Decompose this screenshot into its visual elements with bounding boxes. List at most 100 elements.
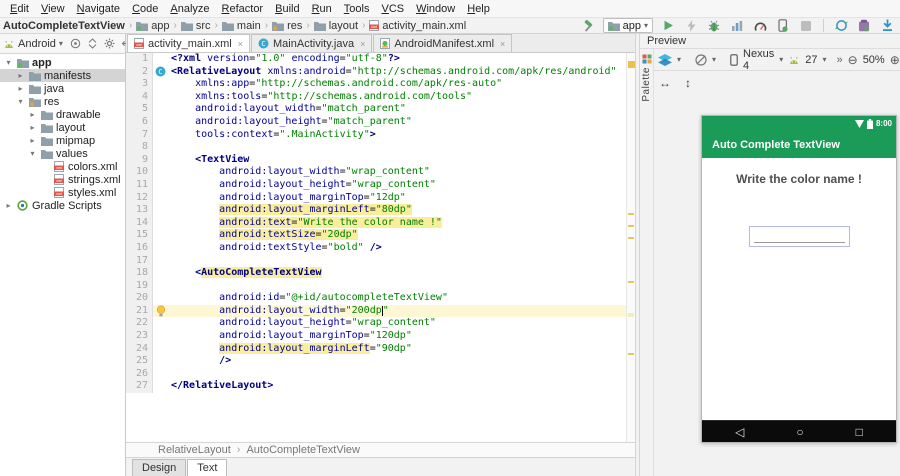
editor-tab-androidmanifest-xml[interactable]: AndroidManifest.xml× [373,34,512,52]
code-line-12[interactable]: 12 android:layout_marginTop="12dp" [126,192,635,205]
project-view-selector[interactable]: Android [18,38,56,50]
attach-device-button[interactable] [775,18,791,34]
tab-text[interactable]: Text [187,459,227,476]
tree-item-styles-xml[interactable]: xmlstyles.xml [0,186,125,199]
menu-edit[interactable]: Edit [4,2,35,16]
code-line-5[interactable]: 5 android:layout_width="match_parent" [126,103,635,116]
tree-item-drawable[interactable]: ▸drawable [0,108,125,121]
tree-item-app[interactable]: ▾app [0,56,125,69]
preview-canvas[interactable]: ↔ ↕ 8:00 Auto Complete TextView [654,71,900,476]
code-line-14[interactable]: 14 android:text="Write the color name !" [126,217,635,230]
tree-item-manifests[interactable]: ▸manifests [0,69,125,82]
sync-button[interactable] [833,18,849,34]
menu-window[interactable]: Window [410,2,461,16]
menu-code[interactable]: Code [126,2,164,16]
editor-tab-activity-main-xml[interactable]: xmlactivity_main.xml× [127,34,250,52]
breadcrumb-item[interactable]: AutoCompleteTextView [3,20,125,32]
menu-view[interactable]: View [35,2,71,16]
code-line-3[interactable]: 3 xmlns:app="http://schemas.android.com/… [126,78,635,91]
breadcrumb-item[interactable]: layout [314,20,358,32]
menu-help[interactable]: Help [461,2,496,16]
tree-item-colors-xml[interactable]: xmlcolors.xml [0,160,125,173]
menu-run[interactable]: Run [306,2,338,16]
stripe-mark[interactable] [628,281,634,283]
editor-scrollbar-stripe[interactable] [626,53,635,442]
xml-breadcrumb-item[interactable]: RelativeLayout [158,444,231,456]
tree-item-gradle-scripts[interactable]: ▸Gradle Scripts [0,199,125,212]
design-surface-icon[interactable] [658,52,672,68]
tab-design[interactable]: Design [132,459,186,476]
code-line-11[interactable]: 11 android:layout_height="wrap_content" [126,179,635,192]
chevron-down-icon[interactable]: ▾ [822,55,826,64]
close-icon[interactable]: × [238,39,243,49]
code-line-24[interactable]: 24 android:layout_marginLeft="90dp" [126,343,635,356]
code-line-7[interactable]: 7 tools:context=".MainActivity"> [126,129,635,142]
stripe-mark[interactable] [628,353,634,355]
breadcrumb-item[interactable]: res [272,20,302,32]
toolbar-overflow[interactable]: » [837,54,843,66]
code-line-8[interactable]: 8 [126,141,635,154]
sdk-manager-button[interactable] [856,18,872,34]
code-line-25[interactable]: 25 /> [126,355,635,368]
locate-icon[interactable] [69,37,82,50]
tree-item-mipmap[interactable]: ▸mipmap [0,134,125,147]
code-line-22[interactable]: 22 android:layout_height="wrap_content" [126,317,635,330]
code-line-4[interactable]: 4 xmlns:tools="http://schemas.android.co… [126,91,635,104]
code-line-2[interactable]: 2C<RelativeLayout xmlns:android="http://… [126,66,635,79]
breadcrumb-item[interactable]: app [136,20,169,32]
palette-side-tab[interactable]: Palette [640,49,654,476]
code-line-20[interactable]: 20 android:id="@+id/autocompleteTextView… [126,292,635,305]
debug-button[interactable] [706,18,722,34]
code-line-18[interactable]: 18 <AutoCompleteTextView [126,267,635,280]
stop-button[interactable] [798,18,814,34]
code-line-17[interactable]: 17 [126,255,635,268]
run-config-select[interactable]: app ▾ [603,18,653,33]
menu-build[interactable]: Build [269,2,305,16]
menu-analyze[interactable]: Analyze [164,2,215,16]
stripe-mark[interactable] [628,237,634,239]
orientation-icon[interactable] [695,52,707,68]
code-line-9[interactable]: 9 <TextView [126,154,635,167]
code-line-15[interactable]: 15 android:textSize="20dp" [126,229,635,242]
zoom-in-button[interactable]: ⊕ [890,53,900,67]
profiler-button[interactable] [729,18,745,34]
close-icon[interactable]: × [500,39,505,49]
resize-vertical-icon[interactable]: ↕ [685,76,691,90]
api-level-selector[interactable]: 27 [805,54,817,66]
code-line-23[interactable]: 23 android:layout_marginTop="120dp" [126,330,635,343]
tree-item-values[interactable]: ▾values [0,147,125,160]
code-line-10[interactable]: 10 android:layout_width="wrap_content" [126,166,635,179]
code-line-13[interactable]: 13 android:layout_marginLeft="80dp" [126,204,635,217]
breadcrumb-item[interactable]: main [222,20,261,32]
device-selector[interactable]: Nexus 4 [743,48,774,72]
code-line-27[interactable]: 27</RelativeLayout> [126,380,635,393]
menu-navigate[interactable]: Navigate [71,2,126,16]
code-line-19[interactable]: 19 [126,280,635,293]
code-line-1[interactable]: 1<?xml version="1.0" encoding="utf-8"?> [126,53,635,66]
code-line-6[interactable]: 6 android:layout_height="match_parent" [126,116,635,129]
phone-preview[interactable]: 8:00 Auto Complete TextView Write the co… [701,115,897,443]
code-editor[interactable]: 1<?xml version="1.0" encoding="utf-8"?>2… [126,53,635,442]
editor-tab-mainactivity-java[interactable]: CMainActivity.java× [251,34,372,52]
stripe-mark[interactable] [628,61,635,68]
resize-horizontal-icon[interactable]: ↔ [659,76,671,90]
xml-breadcrumb-item[interactable]: AutoCompleteTextView [246,444,360,456]
chevron-down-icon[interactable]: ▾ [59,39,63,48]
collapse-all-icon[interactable] [86,37,99,50]
code-line-16[interactable]: 16 android:textStyle="bold" /> [126,242,635,255]
menu-tools[interactable]: Tools [338,2,376,16]
menu-vcs[interactable]: VCS [375,2,410,16]
breadcrumb-item[interactable]: xmlactivity_main.xml [369,20,466,32]
menu-refactor[interactable]: Refactor [216,2,270,16]
autocomplete-textview-preview[interactable] [749,226,850,247]
build-hammer-button[interactable] [580,18,596,34]
gear-icon[interactable] [103,37,116,50]
tree-item-layout[interactable]: ▸layout [0,121,125,134]
chevron-down-icon[interactable]: ▾ [779,55,783,64]
stripe-current-line-mark[interactable] [628,313,634,317]
breadcrumb-item[interactable]: src [181,20,211,32]
stripe-mark[interactable] [628,213,634,215]
download-button[interactable] [879,18,895,34]
tree-item-res[interactable]: ▾res [0,95,125,108]
chevron-down-icon[interactable]: ▾ [677,55,681,64]
